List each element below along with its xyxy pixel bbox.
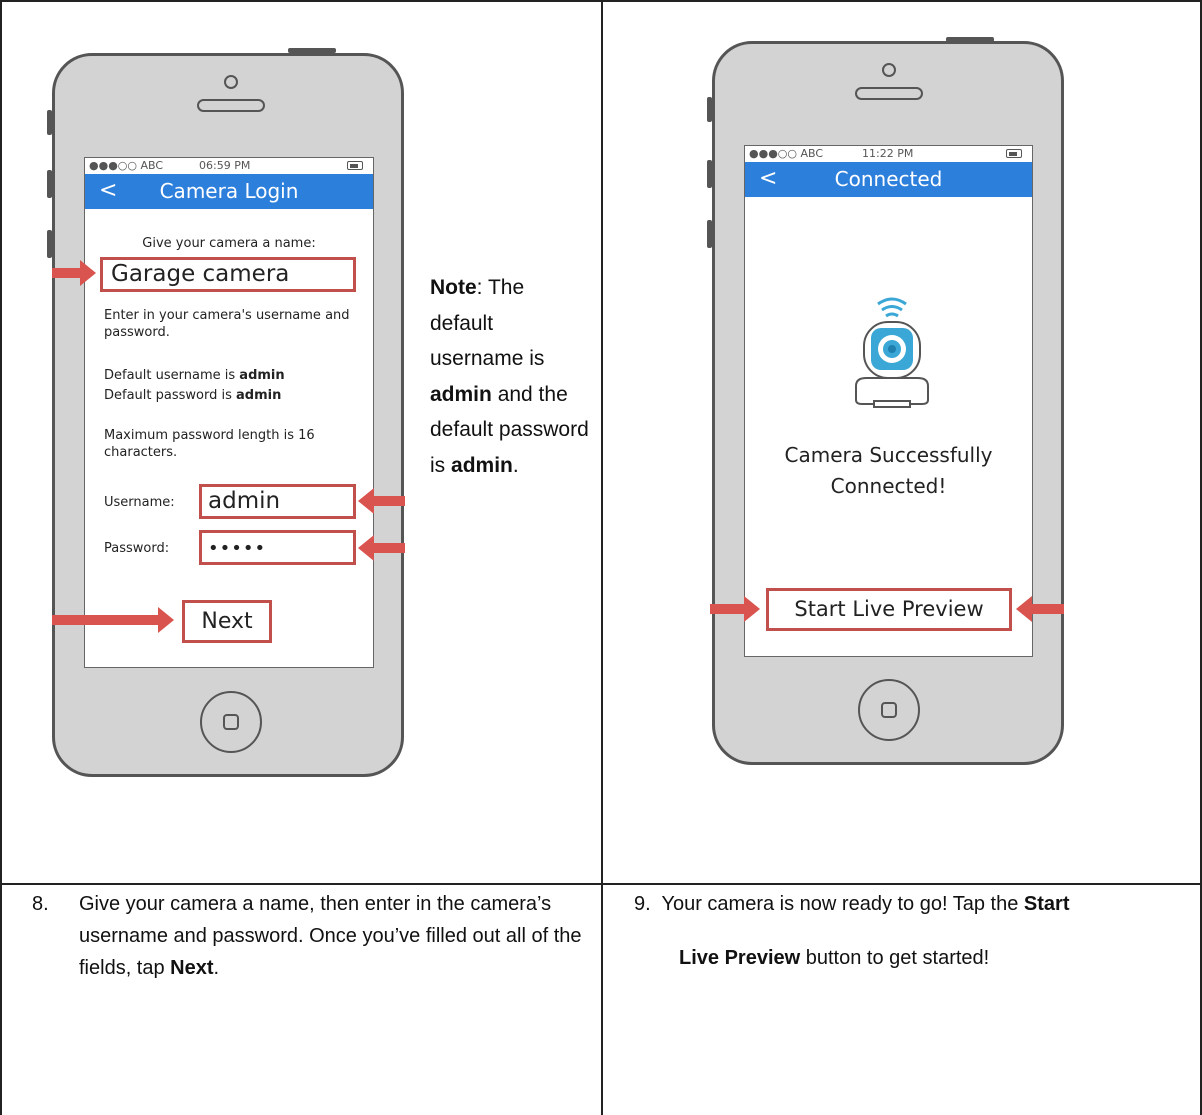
- caption-step-9-text2: button to get started!: [805, 947, 990, 969]
- default-username-line: Default username is admin: [104, 367, 364, 384]
- mute-switch: [47, 110, 52, 135]
- caption-step-8-next: Next: [170, 957, 214, 979]
- screen-title: Connected: [834, 167, 943, 191]
- success-line-1: Camera Successfully: [784, 443, 993, 467]
- home-square-icon: [881, 702, 897, 718]
- max-length-note: Maximum password length is 16 characters…: [104, 428, 315, 460]
- power-button: [288, 48, 336, 53]
- password-input[interactable]: •••••: [199, 530, 356, 565]
- clock-text: 11:22 PM: [862, 147, 914, 160]
- caption-step-9: 9. Your camera is now ready to go! Tap t…: [634, 888, 1194, 974]
- front-camera-icon: [882, 63, 896, 77]
- screen-camera-login: ●●●○○ ABC 06:59 PM < Camera Login Give y…: [84, 157, 374, 668]
- carrier-text: ●●●○○ ABC: [749, 147, 824, 160]
- caption-step-9-live-preview: Live Preview: [679, 947, 801, 969]
- speaker-icon: [197, 99, 265, 112]
- table-divider-vertical: [601, 0, 603, 1115]
- default-password-value: admin: [236, 388, 282, 403]
- default-password-line: Default password is admin: [104, 387, 364, 404]
- status-bar: ●●●○○ ABC 11:22 PM: [745, 146, 1032, 162]
- screen-connected: ●●●○○ ABC 11:22 PM < Connected Camera Su…: [744, 145, 1033, 657]
- power-button: [946, 37, 994, 42]
- arrow-to-username-field: [358, 488, 405, 514]
- password-label: Password:: [104, 541, 170, 556]
- home-button[interactable]: [200, 691, 262, 753]
- caption-step-8-text: Give your camera a name, then enter in t…: [79, 893, 582, 979]
- carrier-text: ●●●○○ ABC: [89, 159, 164, 172]
- step-number-9: 9.: [634, 893, 651, 915]
- start-live-preview-button[interactable]: Start Live Preview: [766, 588, 1012, 631]
- camera-name-input[interactable]: Garage camera: [100, 257, 356, 292]
- status-bar: ●●●○○ ABC 06:59 PM: [85, 158, 373, 174]
- default-username-prefix: Default username is: [104, 368, 236, 383]
- default-password-prefix: Default password is: [104, 388, 232, 403]
- success-line-2: Connected!: [830, 474, 947, 498]
- volume-down-button: [707, 220, 712, 248]
- caption-step-8-end: .: [213, 957, 220, 979]
- username-input[interactable]: admin: [199, 484, 356, 519]
- clock-text: 06:59 PM: [199, 159, 251, 172]
- credentials-instruction: Enter in your camera's username and pass…: [104, 308, 350, 340]
- default-username-value: admin: [239, 368, 285, 383]
- mute-switch: [707, 97, 712, 122]
- success-message: Camera Successfully Connected!: [745, 440, 1032, 502]
- speaker-icon: [855, 87, 923, 100]
- table-divider-horizontal: [0, 883, 1202, 885]
- home-button[interactable]: [858, 679, 920, 741]
- battery-icon: [1006, 149, 1022, 158]
- username-label: Username:: [104, 495, 175, 510]
- front-camera-icon: [224, 75, 238, 89]
- screen-title: Camera Login: [159, 179, 299, 203]
- nav-bar: < Connected: [745, 162, 1032, 197]
- name-prompt: Give your camera a name:: [142, 236, 316, 251]
- table-border-left: [0, 0, 2, 1115]
- nav-bar: < Camera Login: [85, 174, 373, 209]
- note-admin-password: admin: [451, 453, 513, 477]
- volume-up-button: [47, 170, 52, 198]
- note-text-end: .: [512, 453, 519, 477]
- arrow-to-name-field: [52, 260, 96, 286]
- step-number-8: 8.: [32, 893, 49, 915]
- caption-step-8: 8. Give your camera a name, then enter i…: [32, 888, 592, 984]
- note-label: Note: [430, 276, 477, 299]
- arrow-to-next-button: [52, 607, 174, 633]
- arrow-to-password-field: [358, 535, 405, 561]
- arrow-to-preview-button-left: [710, 596, 760, 622]
- next-button[interactable]: Next: [182, 600, 272, 643]
- wifi-camera-icon: [855, 297, 929, 408]
- caption-step-9-text1: Your camera is now ready to go! Tap the: [661, 893, 1019, 915]
- volume-down-button: [47, 230, 52, 258]
- note-text: Note: The default username is admin and …: [430, 270, 590, 483]
- battery-icon: [347, 161, 363, 170]
- arrow-to-preview-button-right: [1016, 596, 1064, 622]
- volume-up-button: [707, 160, 712, 188]
- note-admin-username: admin: [430, 382, 492, 406]
- caption-step-9-start: Start: [1023, 893, 1070, 915]
- home-square-icon: [223, 714, 239, 730]
